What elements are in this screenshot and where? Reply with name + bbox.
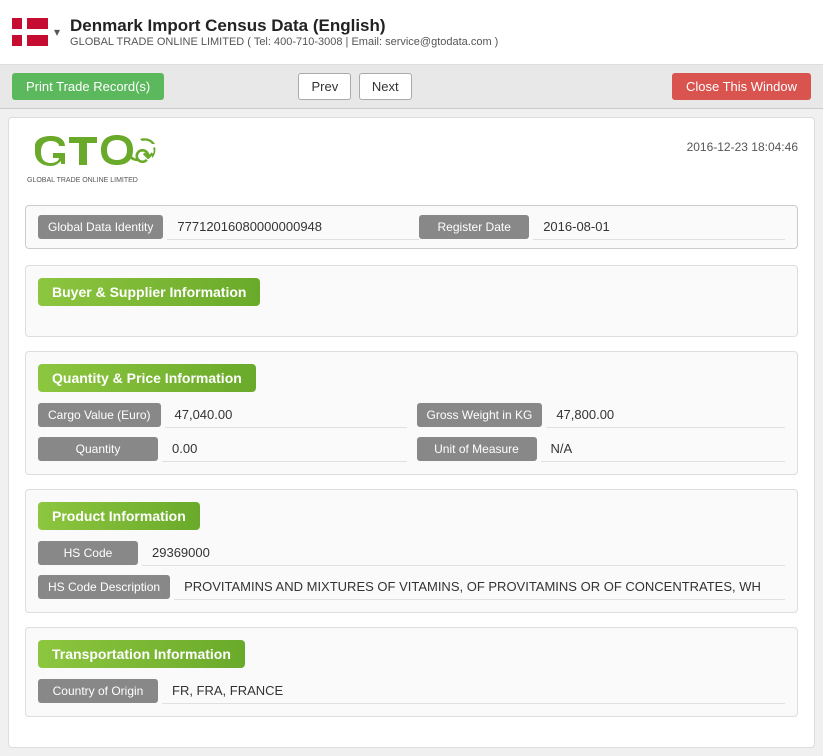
product-header: Product Information [38, 502, 200, 530]
register-date-value: 2016-08-01 [533, 214, 785, 240]
cargo-value-box: Cargo Value (Euro) 47,040.00 [38, 402, 407, 428]
close-button[interactable]: Close This Window [672, 73, 811, 100]
hs-code-label: HS Code [38, 541, 138, 565]
product-section: Product Information HS Code 29369000 HS … [25, 489, 798, 613]
hs-code-box: HS Code 29369000 [38, 540, 785, 566]
country-origin-row: Country of Origin FR, FRA, FRANCE [38, 678, 785, 704]
nav-group: Prev Next [294, 73, 411, 100]
header-title: Denmark Import Census Data (English) [70, 16, 811, 36]
transportation-section: Transportation Information Country of Or… [25, 627, 798, 717]
header-title-block: Denmark Import Census Data (English) GLO… [70, 16, 811, 48]
hs-desc-box: HS Code Description PROVITAMINS AND MIXT… [38, 574, 785, 600]
register-date-label: Register Date [419, 215, 529, 239]
svg-text:⟳: ⟳ [135, 144, 154, 169]
denmark-flag-icon [12, 18, 48, 46]
svg-text:GLOBAL TRADE ONLINE LIMITED: GLOBAL TRADE ONLINE LIMITED [27, 177, 138, 184]
print-button[interactable]: Print Trade Record(s) [12, 73, 164, 100]
global-data-value: 77712016080000000948 [167, 214, 419, 240]
hs-desc-value: PROVITAMINS AND MIXTURES OF VITAMINS, OF… [174, 574, 785, 600]
buyer-supplier-section: Buyer & Supplier Information [25, 265, 798, 337]
uom-box: Unit of Measure N/A [417, 436, 786, 462]
country-origin-box: Country of Origin FR, FRA, FRANCE [38, 678, 785, 704]
timestamp: 2016-12-23 18:04:46 [687, 140, 798, 154]
global-data-label: Global Data Identity [38, 215, 163, 239]
logo-row: ⟳ GLOBAL TRADE ONLINE LIMITED 2016-12-23… [25, 134, 798, 189]
buyer-supplier-header: Buyer & Supplier Information [38, 278, 260, 306]
header-bar: ▾ Denmark Import Census Data (English) G… [0, 0, 823, 65]
quantity-price-header: Quantity & Price Information [38, 364, 256, 392]
identity-row: Global Data Identity 7771201608000000094… [25, 205, 798, 249]
cargo-value-value: 47,040.00 [165, 402, 407, 428]
gross-weight-label: Gross Weight in KG [417, 403, 543, 427]
gross-weight-value: 47,800.00 [546, 402, 785, 428]
quantity-label: Quantity [38, 437, 158, 461]
uom-value: N/A [541, 436, 786, 462]
gross-weight-box: Gross Weight in KG 47,800.00 [417, 402, 786, 428]
hs-desc-row: HS Code Description PROVITAMINS AND MIXT… [38, 574, 785, 600]
transportation-header: Transportation Information [38, 640, 245, 668]
prev-button[interactable]: Prev [298, 73, 351, 100]
cargo-value-label: Cargo Value (Euro) [38, 403, 161, 427]
header-dropdown-arrow[interactable]: ▾ [54, 25, 60, 39]
quantity-uom-row: Quantity 0.00 Unit of Measure N/A [38, 436, 785, 462]
toolbar: Print Trade Record(s) Prev Next Close Th… [0, 65, 823, 109]
quantity-price-section: Quantity & Price Information Cargo Value… [25, 351, 798, 475]
header-subtitle: GLOBAL TRADE ONLINE LIMITED ( Tel: 400-7… [70, 36, 811, 48]
country-origin-label: Country of Origin [38, 679, 158, 703]
next-button[interactable]: Next [359, 73, 412, 100]
hs-code-row: HS Code 29369000 [38, 540, 785, 566]
hs-code-value: 29369000 [142, 540, 785, 566]
logo-container: ⟳ GLOBAL TRADE ONLINE LIMITED [25, 134, 165, 189]
uom-label: Unit of Measure [417, 437, 537, 461]
quantity-box: Quantity 0.00 [38, 436, 407, 462]
country-origin-value: FR, FRA, FRANCE [162, 678, 785, 704]
gto-logo-icon: ⟳ GLOBAL TRADE ONLINE LIMITED [25, 134, 165, 189]
main-content: ⟳ GLOBAL TRADE ONLINE LIMITED 2016-12-23… [8, 117, 815, 748]
quantity-value: 0.00 [162, 436, 407, 462]
cargo-gross-row: Cargo Value (Euro) 47,040.00 Gross Weigh… [38, 402, 785, 428]
hs-desc-label: HS Code Description [38, 575, 170, 599]
